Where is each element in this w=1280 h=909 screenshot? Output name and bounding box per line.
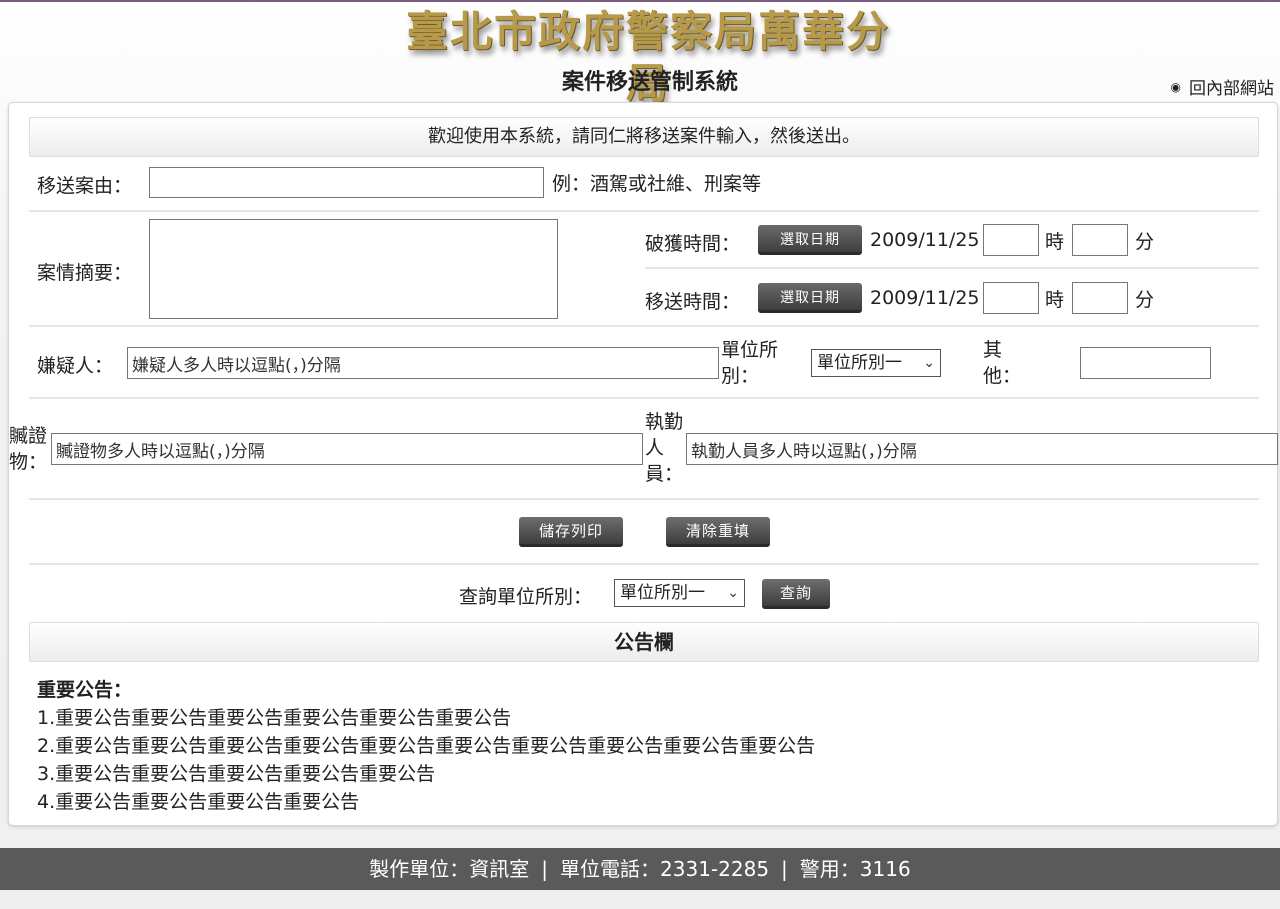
unit-select-value: 單位所別一 — [817, 353, 902, 373]
bullet-icon: ◉ — [1170, 79, 1181, 94]
query-unit-label: 查詢單位所別： — [459, 586, 593, 608]
query-unit-select[interactable]: 單位所別一 ⌄ — [614, 579, 745, 607]
case-reason-label: 移送案由： — [37, 175, 133, 197]
solved-time-label: 破獲時間： — [645, 233, 741, 255]
page-header: 臺北市政府警察局萬華分局 案件移送管制系統 ◉ 回內部網站 — [0, 2, 1280, 108]
chevron-down-icon: ⌄ — [923, 355, 935, 371]
footer-divider: | — [781, 857, 788, 881]
back-to-intranet-link[interactable]: ◉ 回內部網站 — [1171, 74, 1274, 99]
transfer-date-value: 2009/11/25 — [870, 287, 980, 309]
notice-item: 2.重要公告重要公告重要公告重要公告重要公告重要公告重要公告重要公告重要公告重要… — [37, 735, 816, 757]
notice-item: 3.重要公告重要公告重要公告重要公告重要公告 — [37, 763, 436, 785]
welcome-bar: 歡迎使用本系統，請同仁將移送案件輸入，然後送出。 — [29, 117, 1259, 157]
transfer-hour-label: 時 — [1045, 289, 1065, 311]
row-separator — [645, 267, 1259, 269]
suspect-label: 嫌疑人： — [37, 355, 114, 377]
other-input[interactable] — [1080, 347, 1211, 379]
row-separator — [29, 397, 1259, 399]
chevron-down-icon: ⌄ — [727, 585, 739, 601]
row-separator — [29, 325, 1259, 327]
unit-label: 單位所別： — [721, 339, 779, 387]
transfer-minute-label: 分 — [1135, 289, 1155, 311]
important-notice-heading: 重要公告： — [37, 679, 133, 701]
summary-label: 案情摘要： — [37, 262, 133, 284]
back-link-label: 回內部網站 — [1189, 79, 1274, 99]
solved-hour-label: 時 — [1045, 231, 1065, 253]
row-separator — [29, 563, 1259, 565]
notice-item: 4.重要公告重要公告重要公告重要公告 — [37, 791, 360, 813]
footer-phone: 單位電話：2331-2285 — [560, 857, 770, 881]
page-footer: 製作單位：資訊室 | 單位電話：2331-2285 | 警用：3116 — [0, 848, 1280, 890]
footer-divider: | — [541, 857, 549, 881]
system-title: 案件移送管制系統 — [561, 70, 738, 95]
case-reason-hint: 例：酒駕或社維、刑案等 — [552, 173, 762, 195]
transfer-pick-date-button[interactable]: 選取日期 — [758, 283, 862, 313]
footer-police-line: 警用：3116 — [799, 857, 911, 881]
solved-minute-input[interactable] — [1072, 224, 1128, 256]
footer-producer: 製作單位：資訊室 — [369, 857, 530, 881]
save-print-button[interactable]: 儲存列印 — [519, 517, 623, 547]
agency-logo: 臺北市政府警察局萬華分局 — [405, 7, 890, 108]
query-unit-select-value: 單位所別一 — [620, 583, 705, 603]
transfer-time-label: 移送時間： — [645, 291, 741, 313]
query-button[interactable]: 查詢 — [762, 579, 830, 609]
solved-hour-input[interactable] — [983, 224, 1039, 256]
solved-pick-date-button[interactable]: 選取日期 — [758, 225, 862, 255]
evidence-label: 贓證物： — [9, 425, 48, 473]
summary-textarea[interactable] — [149, 219, 558, 319]
transfer-hour-input[interactable] — [983, 282, 1039, 314]
bulletin-bar: 公告欄 — [29, 622, 1259, 662]
duty-label: 執勤人員： — [645, 411, 684, 485]
transfer-minute-input[interactable] — [1072, 282, 1128, 314]
evidence-input[interactable] — [51, 433, 643, 465]
case-reason-input[interactable] — [149, 167, 544, 198]
duty-officer-input[interactable] — [686, 433, 1278, 465]
suspect-input[interactable] — [127, 347, 719, 379]
main-panel: 歡迎使用本系統，請同仁將移送案件輸入，然後送出。 移送案由： 例：酒駕或社維、刑… — [8, 102, 1278, 826]
other-label: 其他： — [983, 339, 1022, 387]
solved-minute-label: 分 — [1135, 231, 1155, 253]
row-separator — [29, 210, 1259, 212]
row-separator — [29, 498, 1259, 500]
clear-form-button[interactable]: 清除重填 — [666, 517, 770, 547]
solved-date-value: 2009/11/25 — [870, 229, 980, 251]
notice-item: 1.重要公告重要公告重要公告重要公告重要公告重要公告 — [37, 707, 512, 729]
unit-select[interactable]: 單位所別一 ⌄ — [811, 349, 941, 377]
